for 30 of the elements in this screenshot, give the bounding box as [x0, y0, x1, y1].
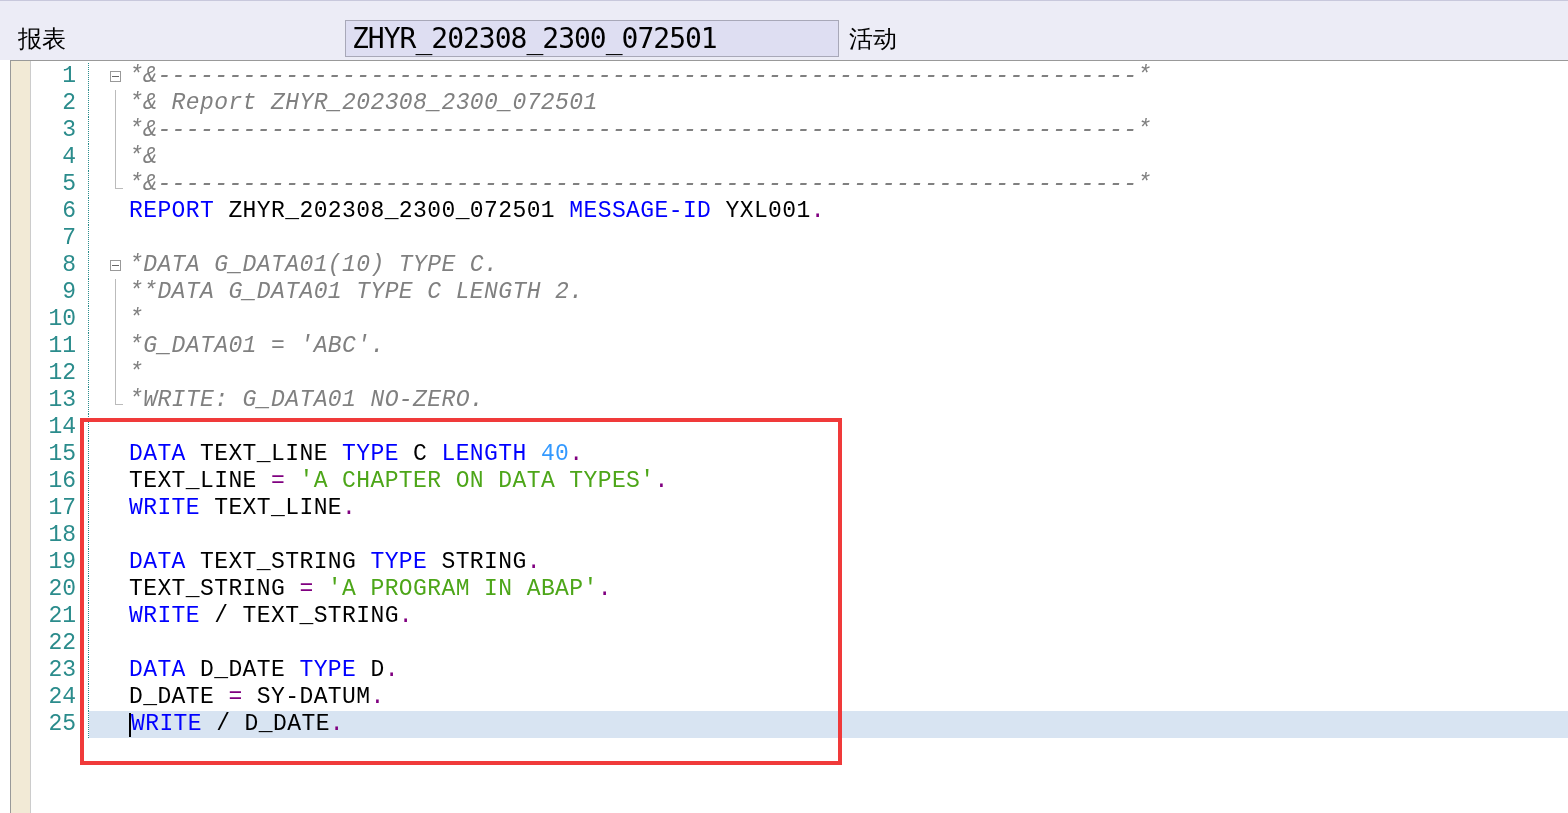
fold-end-line — [115, 171, 123, 189]
code-line: WRITE / D_DATE. — [131, 711, 345, 738]
code-comment: *&---------------------------------------------------------------------* — [129, 171, 1152, 198]
code-line: DATA TEXT_LINE TYPE C LENGTH 40. — [129, 441, 584, 468]
program-field[interactable]: ZHYR_202308_2300_072501 — [345, 20, 839, 57]
code-comment: *WRITE: G_DATA01 NO-ZERO. — [129, 387, 485, 414]
code-comment: *G_DATA01 = 'ABC'. — [129, 333, 385, 360]
code-line: D_DATE = SY-DATUM. — [129, 684, 385, 711]
text-cursor — [129, 713, 131, 737]
line-number: 25 — [31, 711, 89, 738]
code-comment: *& — [129, 144, 158, 171]
collapse-icon[interactable] — [110, 71, 121, 82]
code-line: WRITE TEXT_LINE. — [129, 495, 357, 522]
code-line: DATA TEXT_STRING TYPE STRING. — [129, 549, 541, 576]
code-comment: *&---------------------------------------------------------------------* — [129, 117, 1152, 144]
code-comment: *&---------------------------------------------------------------------* — [129, 63, 1152, 90]
fold-end-line — [115, 387, 123, 405]
code-comment: *& Report ZHYR_202308_2300_072501 — [129, 90, 598, 117]
code-comment: *DATA G_DATA01(10) TYPE C. — [129, 252, 499, 279]
code-comment: * — [129, 306, 144, 333]
code-line: DATA D_DATE TYPE D. — [129, 657, 399, 684]
code-comment: **DATA G_DATA01 TYPE C LENGTH 2. — [129, 279, 584, 306]
code-comment: * — [129, 360, 144, 387]
collapse-icon[interactable] — [110, 260, 121, 271]
code-line: TEXT_STRING = 'A PROGRAM IN ABAP'. — [129, 576, 612, 603]
code-line: REPORT ZHYR_202308_2300_072501 MESSAGE-ID YXL001. — [129, 198, 825, 225]
code-line: WRITE / TEXT_STRING. — [129, 603, 414, 630]
code-line: TEXT_LINE = 'A CHAPTER ON DATA TYPES'. — [129, 468, 669, 495]
status-text: 活动 — [849, 24, 897, 55]
report-label: 报表 — [18, 24, 67, 55]
